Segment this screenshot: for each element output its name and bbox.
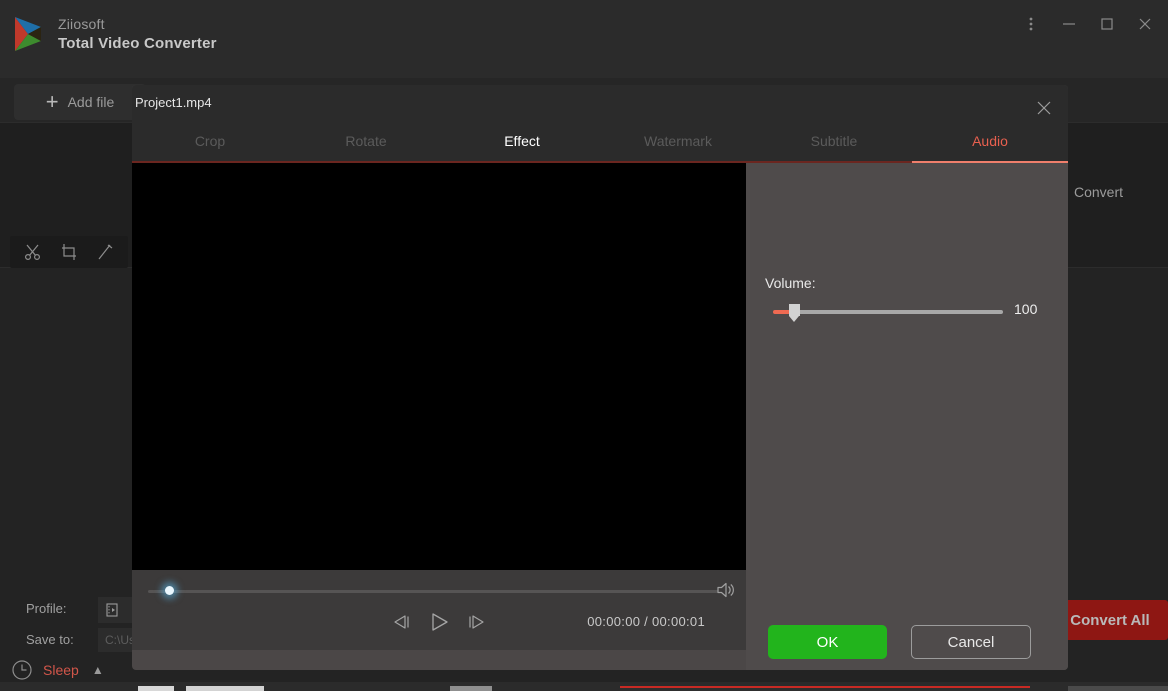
strip-seg-1 xyxy=(138,686,174,691)
audio-settings-panel: Volume: 100 Reset xyxy=(746,163,1068,670)
title-bar: Ziiosoft Total Video Converter xyxy=(0,0,1168,78)
dialog-header: Project1.mp4 xyxy=(132,85,1068,133)
ok-button[interactable]: OK xyxy=(768,625,887,659)
playhead-dot-icon[interactable] xyxy=(165,586,174,595)
row-convert-button[interactable]: Convert xyxy=(1060,172,1168,212)
sleep-control[interactable]: Sleep ▲ xyxy=(10,658,104,682)
edit-dialog: Project1.mp4 Crop Rotate Effect Watermar… xyxy=(132,85,1068,670)
save-to-label: Save to: xyxy=(26,632,74,647)
next-frame-icon[interactable] xyxy=(463,610,489,634)
vertical-dots-icon[interactable] xyxy=(1014,10,1048,38)
volume-track xyxy=(795,310,1003,314)
tab-subtitle[interactable]: Subtitle xyxy=(756,133,912,163)
dialog-tabs: Crop Rotate Effect Watermark Subtitle Au… xyxy=(132,133,1068,163)
dialog-close-icon[interactable] xyxy=(1028,93,1060,123)
speaker-icon[interactable] xyxy=(712,577,740,603)
previous-frame-icon[interactable] xyxy=(389,610,415,634)
convert-all-button[interactable]: Convert All xyxy=(1052,600,1168,640)
plus-icon: + xyxy=(45,89,59,114)
row-convert-label: Convert xyxy=(1074,184,1124,200)
player-controls-bar: 00:00:00 / 00:00:01 xyxy=(132,570,746,650)
strip-seg-2 xyxy=(186,686,264,691)
volume-handle[interactable] xyxy=(789,304,800,322)
tab-effect[interactable]: Effect xyxy=(444,133,600,163)
brand-company: Ziiosoft xyxy=(58,16,105,32)
convert-all-label: Convert All xyxy=(1070,611,1150,629)
strip-seg-3 xyxy=(450,686,492,691)
ok-label: OK xyxy=(816,633,839,651)
volume-label: Volume: xyxy=(765,275,816,291)
dialog-title: Project1.mp4 xyxy=(135,95,212,110)
clock-icon xyxy=(10,658,34,682)
video-preview-area: 00:00:00 / 00:00:01 xyxy=(132,163,746,650)
profile-label: Profile: xyxy=(26,601,67,616)
brand-product: Total Video Converter xyxy=(58,35,217,52)
window-controls xyxy=(1014,10,1162,38)
minimize-icon[interactable] xyxy=(1052,10,1086,38)
crop-icon[interactable] xyxy=(58,241,80,263)
sleep-label: Sleep xyxy=(43,662,79,678)
tab-watermark[interactable]: Watermark xyxy=(600,133,756,163)
brand: Ziiosoft Total Video Converter xyxy=(12,14,217,54)
tab-audio[interactable]: Audio xyxy=(912,133,1068,163)
tab-rotate[interactable]: Rotate xyxy=(288,133,444,163)
strip-seg-6 xyxy=(1068,686,1168,691)
tab-crop[interactable]: Crop xyxy=(132,133,288,163)
cancel-label: Cancel xyxy=(947,633,995,651)
add-file-label: Add file xyxy=(67,94,115,110)
play-triangle-logo-icon xyxy=(12,14,46,54)
timecode-display: 00:00:00 / 00:00:01 xyxy=(587,614,705,629)
seek-slider[interactable] xyxy=(148,585,718,597)
app-window: Ziiosoft Total Video Converter + Add fil… xyxy=(0,0,1168,691)
cancel-button[interactable]: Cancel xyxy=(911,625,1031,659)
video-file-icon xyxy=(104,602,120,618)
seek-track xyxy=(148,590,718,593)
close-icon[interactable] xyxy=(1128,10,1162,38)
volume-value: 100 xyxy=(1014,301,1038,317)
magic-wand-icon[interactable] xyxy=(94,241,116,263)
maximize-icon[interactable] xyxy=(1090,10,1124,38)
scissors-icon[interactable] xyxy=(22,241,44,263)
play-icon[interactable] xyxy=(426,610,452,634)
chevron-up-icon: ▲ xyxy=(91,663,104,677)
video-canvas[interactable] xyxy=(132,163,746,570)
file-row-tools xyxy=(10,236,128,268)
volume-slider[interactable] xyxy=(773,304,1003,322)
add-file-button[interactable]: + Add file xyxy=(14,84,146,120)
